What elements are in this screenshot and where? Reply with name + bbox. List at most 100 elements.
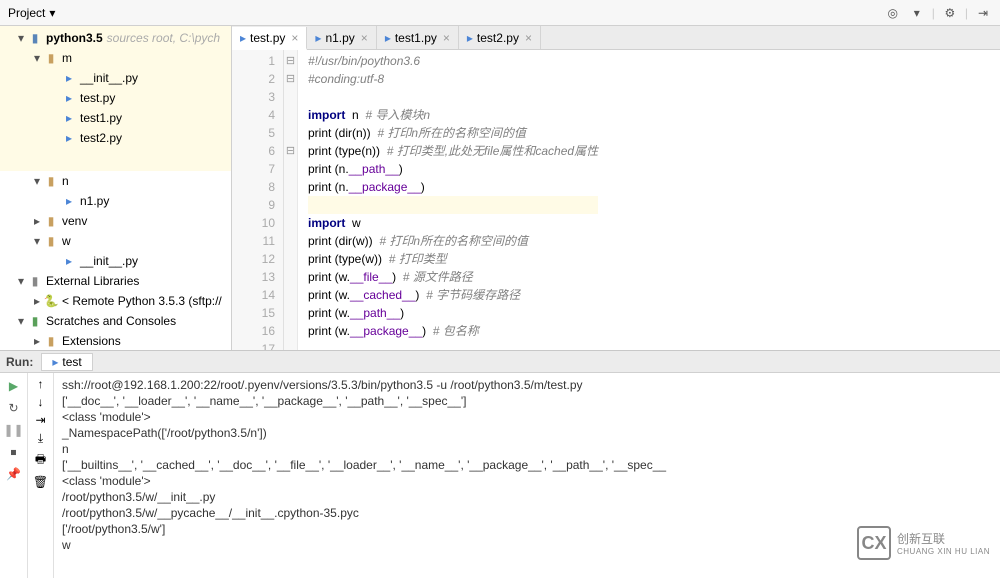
watermark-logo: CX xyxy=(857,526,891,560)
gear-icon[interactable]: ⚙ xyxy=(941,4,959,22)
tab-test2-py[interactable]: ▸ test2.py × xyxy=(459,26,541,49)
play-icon[interactable]: ▶ xyxy=(5,377,23,395)
tree-file[interactable]: ▸test.py xyxy=(0,88,231,108)
scratch-icon: ▮ xyxy=(28,314,42,328)
tree-folder-w[interactable]: ▾▮w xyxy=(0,231,231,251)
scroll-end-icon[interactable]: ⤓ xyxy=(38,431,43,446)
pause-icon[interactable]: ❚❚ xyxy=(5,421,23,439)
file-label: __init__.py xyxy=(80,254,138,268)
close-icon[interactable]: × xyxy=(361,31,368,45)
down-icon[interactable]: ↓ xyxy=(38,395,44,409)
tree-folder-venv[interactable]: ▸▮venv xyxy=(0,211,231,231)
close-icon[interactable]: × xyxy=(525,31,532,45)
close-icon[interactable]: × xyxy=(291,31,298,45)
watermark-sub: CHUANG XIN HU LIAN xyxy=(897,547,990,556)
folder-label: venv xyxy=(62,214,87,228)
python-file-icon: ▸ xyxy=(62,71,76,85)
rerun-icon[interactable]: ↻ xyxy=(5,399,23,417)
tree-root[interactable]: ▾ ▮ python3.5 sources root, C:\pych xyxy=(0,28,231,48)
tab-label: test2.py xyxy=(477,31,519,45)
trash-icon[interactable]: 🗑 xyxy=(33,475,48,489)
collapse-icon[interactable]: ⇥ xyxy=(974,4,992,22)
folder-label: m xyxy=(62,51,72,65)
root-label: python3.5 xyxy=(46,31,103,45)
editor-tabs: ▸ test.py × ▸n1.py× ▸ test1.py × ▸ test2.py × xyxy=(232,26,1000,50)
tree-folder-n[interactable]: ▾▮ n xyxy=(0,171,231,191)
python-file-icon: ▸ xyxy=(467,31,473,45)
file-label: n1.py xyxy=(80,194,109,208)
library-icon: ▮ xyxy=(28,274,42,288)
tree-folder-m[interactable]: ▾ ▮ m xyxy=(0,48,231,68)
tab-n1-py[interactable]: ▸n1.py× xyxy=(307,26,376,49)
python-file-icon: ▸ xyxy=(62,131,76,145)
python-icon: 🐍 xyxy=(44,294,58,308)
tab-label: test.py xyxy=(250,31,285,45)
python-file-icon: ▸ xyxy=(385,31,391,45)
tree-extensions[interactable]: ▸▮ Extensions xyxy=(0,331,231,350)
run-title: Run: xyxy=(6,355,33,369)
run-config-label: test xyxy=(62,355,81,369)
python-file-icon: ▸ xyxy=(62,194,76,208)
file-label: test2.py xyxy=(80,131,122,145)
file-label: test1.py xyxy=(80,111,122,125)
chevron-down-icon: ▾ xyxy=(30,234,44,248)
chevron-down-icon: ▾ xyxy=(14,31,28,45)
fold-column[interactable]: ⊟⊟⊟ xyxy=(284,50,298,350)
project-panel: ▾ ▮ python3.5 sources root, C:\pych ▾ ▮ … xyxy=(0,26,232,350)
tree-remote-python[interactable]: ▸🐍 < Remote Python 3.5.3 (sftp:// xyxy=(0,291,231,311)
line-gutter: 1234567891011121314151617 xyxy=(232,50,284,350)
folder-label: n xyxy=(62,174,69,188)
watermark-text: 创新互联 xyxy=(897,530,990,547)
python-file-icon: ▸ xyxy=(62,254,76,268)
folder-icon: ▮ xyxy=(44,174,58,188)
project-toolbar: Project ▾ ◎ ▾ | ⚙ | ⇥ xyxy=(0,0,1000,26)
folder-icon: ▮ xyxy=(28,31,42,45)
project-dropdown[interactable]: Project ▾ xyxy=(8,6,55,20)
chevron-down-small-icon[interactable]: ▾ xyxy=(908,4,926,22)
chevron-right-icon: ▸ xyxy=(30,334,44,348)
run-toolbar-left: ▶ ↻ ❚❚ ⏹ 📌 xyxy=(0,373,28,578)
tab-test1-py[interactable]: ▸ test1.py × xyxy=(377,26,459,49)
chevron-right-icon: ▸ xyxy=(30,294,44,308)
soft-wrap-icon[interactable]: ⇥ xyxy=(35,413,45,427)
up-icon[interactable]: ↑ xyxy=(38,377,44,391)
watermark: CX 创新互联CHUANG XIN HU LIAN xyxy=(857,526,990,560)
chevron-right-icon: ▸ xyxy=(30,214,44,228)
run-panel: Run: ▸test ▶ ↻ ❚❚ ⏹ 📌 ↑ ↓ ⇥ ⤓ 🖶 🗑 ssh://… xyxy=(0,350,1000,578)
chevron-down-icon: ▾ xyxy=(49,6,55,20)
pin-icon[interactable]: 📌 xyxy=(5,465,23,483)
tree-file[interactable]: ▸ n1.py xyxy=(0,191,231,211)
chevron-down-icon: ▾ xyxy=(30,174,44,188)
tree-file[interactable]: ▸ __init__.py xyxy=(0,68,231,88)
code-content[interactable]: #!/usr/bin/poython3.6 #conding:utf-8 imp… xyxy=(298,50,608,350)
run-toolbar-left-2: ↑ ↓ ⇥ ⤓ 🖶 🗑 xyxy=(28,373,54,578)
tree-file[interactable]: ▸ test2.py xyxy=(0,128,231,148)
tree-file[interactable]: ▸ __init__.py xyxy=(0,251,231,271)
separator: | xyxy=(932,6,935,20)
tab-test-py[interactable]: ▸test.py× xyxy=(232,27,307,50)
chevron-down-icon: ▾ xyxy=(14,274,28,288)
tree-external-libraries[interactable]: ▾▮External Libraries xyxy=(0,271,231,291)
tree-scratches[interactable]: ▾▮ Scratches and Consoles xyxy=(0,311,231,331)
run-config[interactable]: ▸ test xyxy=(41,353,92,371)
label: Scratches and Consoles xyxy=(46,314,176,328)
label: Extensions xyxy=(62,334,121,348)
folder-icon: ▮ xyxy=(44,334,58,348)
python-file-icon: ▸ xyxy=(315,31,321,45)
tree-file[interactable]: ▸test1.py xyxy=(0,108,231,128)
code-editor[interactable]: 1234567891011121314151617 ⊟⊟⊟ #!/usr/bin… xyxy=(232,50,1000,350)
stop-icon[interactable]: ⏹ xyxy=(5,443,23,461)
root-hint: sources root, C:\pych xyxy=(107,31,220,45)
print-icon[interactable]: 🖶 xyxy=(35,450,46,471)
target-icon[interactable]: ◎ xyxy=(884,4,902,22)
chevron-down-icon: ▾ xyxy=(30,51,44,65)
python-file-icon: ▸ xyxy=(62,91,76,105)
python-file-icon: ▸ xyxy=(52,355,58,369)
folder-icon: ▮ xyxy=(44,234,58,248)
chevron-down-icon: ▾ xyxy=(14,314,28,328)
tab-label: test1.py xyxy=(395,31,437,45)
separator: | xyxy=(965,6,968,20)
close-icon[interactable]: × xyxy=(443,31,450,45)
file-label: __init__.py xyxy=(80,71,138,85)
label: < Remote Python 3.5.3 (sftp:// xyxy=(62,294,222,308)
